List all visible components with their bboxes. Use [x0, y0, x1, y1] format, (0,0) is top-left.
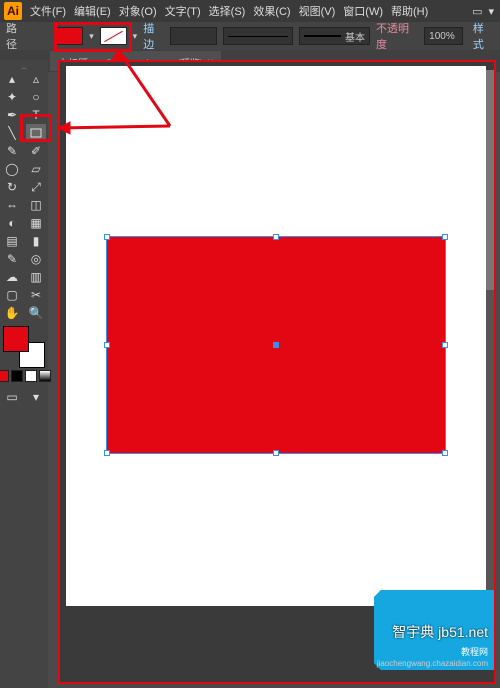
type-tool[interactable]: T — [26, 106, 46, 124]
artboard-tool[interactable]: ▢ — [2, 286, 22, 304]
rotate-tool[interactable]: ↻ — [2, 178, 22, 196]
document-window: 智宇典 jb51.net 教程网 jiaochengwang.chazaidia… — [58, 60, 496, 684]
opacity-label[interactable]: 不透明度 — [376, 20, 418, 52]
stroke-swatch[interactable] — [100, 27, 127, 45]
screen-mode-tool[interactable]: ▭ — [2, 388, 22, 406]
handle-middle-left[interactable] — [104, 342, 110, 348]
scrollbar-thumb[interactable] — [486, 70, 494, 290]
handle-top-right[interactable] — [442, 234, 448, 240]
handle-bottom-right[interactable] — [442, 450, 448, 456]
gradient-tool[interactable]: ▮ — [26, 232, 46, 250]
artboard[interactable] — [66, 66, 486, 606]
menu-help[interactable]: 帮助(H) — [391, 3, 428, 19]
scale-tool[interactable]: ⤢ — [26, 178, 46, 196]
handle-bottom-left[interactable] — [104, 450, 110, 456]
handle-bottom-middle[interactable] — [273, 450, 279, 456]
magic-wand-tool[interactable]: ✦ — [2, 88, 22, 106]
screen-mode-menu-icon[interactable]: ▾ — [26, 388, 46, 406]
color-mode-row — [0, 370, 51, 382]
free-transform-tool[interactable]: ◫ — [26, 196, 46, 214]
stroke-width-field[interactable] — [170, 27, 216, 45]
zoom-tool[interactable]: 🔍 — [26, 304, 46, 322]
handle-top-left[interactable] — [104, 234, 110, 240]
opacity-field[interactable]: 100% — [424, 27, 463, 45]
swatch-color[interactable] — [0, 370, 9, 382]
blend-tool[interactable]: ◎ — [26, 250, 46, 268]
width-tool[interactable]: ⇔ — [2, 196, 22, 214]
blob-brush-tool[interactable]: ◯ — [2, 160, 22, 178]
pen-tool[interactable]: ✒ — [2, 106, 22, 124]
vertical-scrollbar[interactable] — [486, 70, 494, 622]
fill-color-box[interactable] — [3, 326, 29, 352]
app-logo: Ai — [4, 2, 22, 20]
tools-panel: ┄ ▴▵ ✦○ ✒T ╲ ✎✐ ◯▱ ↻⤢ ⇔◫ ◐▦ ▤▮ ✎◎ ☁▥ ▢✂ … — [0, 60, 48, 688]
symbol-sprayer-tool[interactable]: ☁ — [2, 268, 22, 286]
stroke-label[interactable]: 描边 — [143, 20, 164, 52]
watermark-text-3: jiaochengwang.chazaidian.com — [377, 659, 488, 668]
mesh-tool[interactable]: ▤ — [2, 232, 22, 250]
menu-window[interactable]: 窗口(W) — [343, 3, 383, 19]
brush-style-field[interactable]: 基本 — [299, 27, 370, 45]
handle-middle-right[interactable] — [442, 342, 448, 348]
fill-dropdown-icon[interactable]: ▾ — [89, 31, 94, 42]
swatch-white[interactable] — [25, 370, 37, 382]
graph-tool[interactable]: ▥ — [26, 268, 46, 286]
search-icon[interactable]: ▾ — [488, 5, 494, 18]
menu-object[interactable]: 对象(O) — [119, 3, 157, 19]
selection-bounding-box[interactable] — [106, 236, 446, 454]
pencil-tool[interactable]: ✐ — [26, 142, 46, 160]
shape-builder-tool[interactable]: ◐ — [2, 214, 22, 232]
menu-file[interactable]: 文件(F) — [30, 3, 66, 19]
style-basic-label: 基本 — [345, 29, 365, 44]
menu-edit[interactable]: 编辑(E) — [74, 3, 111, 19]
fill-swatch[interactable] — [56, 27, 83, 45]
watermark-corner: 智宇典 jb51.net 教程网 jiaochengwang.chazaidia… — [374, 590, 494, 670]
menu-view[interactable]: 视图(V) — [299, 3, 336, 19]
selection-tool[interactable]: ▴ — [2, 70, 22, 88]
handle-center[interactable] — [273, 342, 279, 348]
menubar: Ai 文件(F) 编辑(E) 对象(O) 文字(T) 选择(S) 效果(C) 视… — [0, 0, 500, 22]
lasso-tool[interactable]: ○ — [26, 88, 46, 106]
mode-label: 路径 — [6, 20, 27, 52]
swatch-black[interactable] — [11, 370, 23, 382]
stroke-profile-field[interactable] — [223, 27, 293, 45]
watermark-text-2: 教程网 — [461, 645, 488, 658]
rectangle-tool[interactable] — [26, 124, 46, 142]
stroke-dropdown-icon[interactable]: ▾ — [133, 31, 138, 42]
handle-top-middle[interactable] — [273, 234, 279, 240]
swatch-gradient[interactable] — [39, 370, 51, 382]
direct-selection-tool[interactable]: ▵ — [26, 70, 46, 88]
slice-tool[interactable]: ✂ — [26, 286, 46, 304]
menu-type[interactable]: 文字(T) — [165, 3, 201, 19]
menu-right-icons: ▭ ▾ — [472, 5, 500, 18]
style-label[interactable]: 样式 — [473, 20, 494, 52]
menu-effect[interactable]: 效果(C) — [253, 3, 290, 19]
perspective-tool[interactable]: ▦ — [26, 214, 46, 232]
fill-stroke-control[interactable] — [3, 326, 45, 368]
line-tool[interactable]: ╲ — [2, 124, 22, 142]
hand-tool[interactable]: ✋ — [2, 304, 22, 322]
paintbrush-tool[interactable]: ✎ — [2, 142, 22, 160]
watermark-text-1: 智宇典 jb51.net — [392, 622, 488, 642]
menu-select[interactable]: 选择(S) — [209, 3, 246, 19]
eyedropper-tool[interactable]: ✎ — [2, 250, 22, 268]
control-bar: 路径 ▾ ▾ 描边 基本 不透明度 100% 样式 — [0, 22, 500, 50]
workspace-icon[interactable]: ▭ — [472, 5, 482, 18]
eraser-tool[interactable]: ▱ — [26, 160, 46, 178]
